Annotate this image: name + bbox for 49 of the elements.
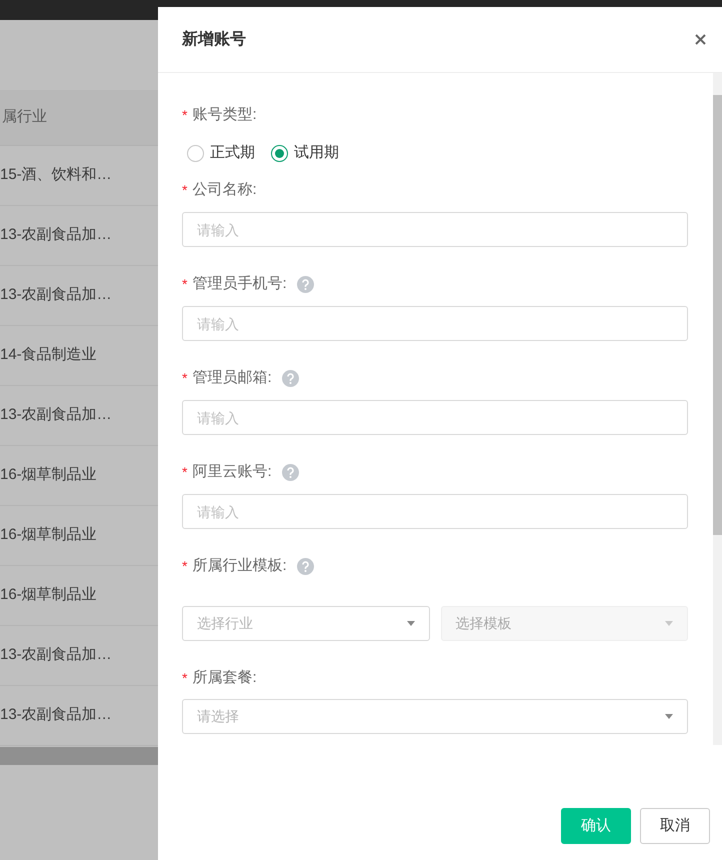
required-mark: * [182,668,188,688]
table-cell-text: 13-农副食品加… [0,705,112,726]
caret-icon [665,621,673,626]
required-mark: * [182,368,188,388]
field-label: 管理员邮箱: [192,368,272,388]
select-field: 选择模板 [440,606,688,641]
required-mark: * [182,274,188,294]
help-icon[interactable] [296,558,314,574]
field-label: 管理员手机号: [192,274,287,294]
radio-button[interactable] [271,144,288,162]
text-input[interactable]: 请输入 [182,306,688,341]
required-mark: * [182,462,188,482]
dialog-title: 新增账号 [182,29,246,50]
table-cell-text: 14-食品制造业 [0,345,97,366]
field-label: 公司名称: [192,180,257,200]
radio-button[interactable] [187,144,204,162]
text-input[interactable]: 请输入 [182,212,688,247]
column-header: 属行业 [2,107,47,128]
required-mark: * [182,106,188,124]
close-icon[interactable] [695,34,706,45]
select-field[interactable]: 选择行业 [182,606,430,641]
table-cell-text: 13-农副食品加… [0,285,112,306]
field-label: 阿里云账号: [192,462,272,482]
table-cell-text: 15-酒、饮料和… [0,165,112,186]
table-cell-text: 13-农副食品加… [0,225,112,246]
cancel-button[interactable]: 取消 [640,808,710,844]
text-input[interactable]: 请输入 [182,494,688,529]
table-cell-text: 16-烟草制品业 [0,465,97,486]
vertical-scrollbar[interactable] [713,73,722,745]
radio-label: 试用期 [294,142,339,163]
text-input[interactable]: 请输入 [182,400,688,435]
table-cell-text: 13-农副食品加… [0,645,112,666]
horizontal-scrollbar[interactable] [0,747,158,765]
required-mark: * [182,556,188,576]
radio-label: 正式期 [210,142,255,163]
caret-icon [406,621,414,626]
table-cell-text: 16-烟草制品业 [0,525,97,546]
help-icon[interactable] [282,370,299,386]
table-cell-text: 16-烟草制品业 [0,585,97,606]
select-field[interactable]: 请选择 [182,699,688,734]
required-mark: * [182,180,188,200]
table-cell-text: 13-农副食品加… [0,405,112,426]
field-label: 所属套餐: [192,668,257,688]
field-label: 账号类型: [192,104,257,125]
help-icon[interactable] [282,464,299,480]
field-label: 所属行业模板: [192,556,287,576]
confirm-button[interactable]: 确认 [561,808,631,844]
caret-icon [665,714,673,719]
help-icon[interactable] [296,276,314,292]
